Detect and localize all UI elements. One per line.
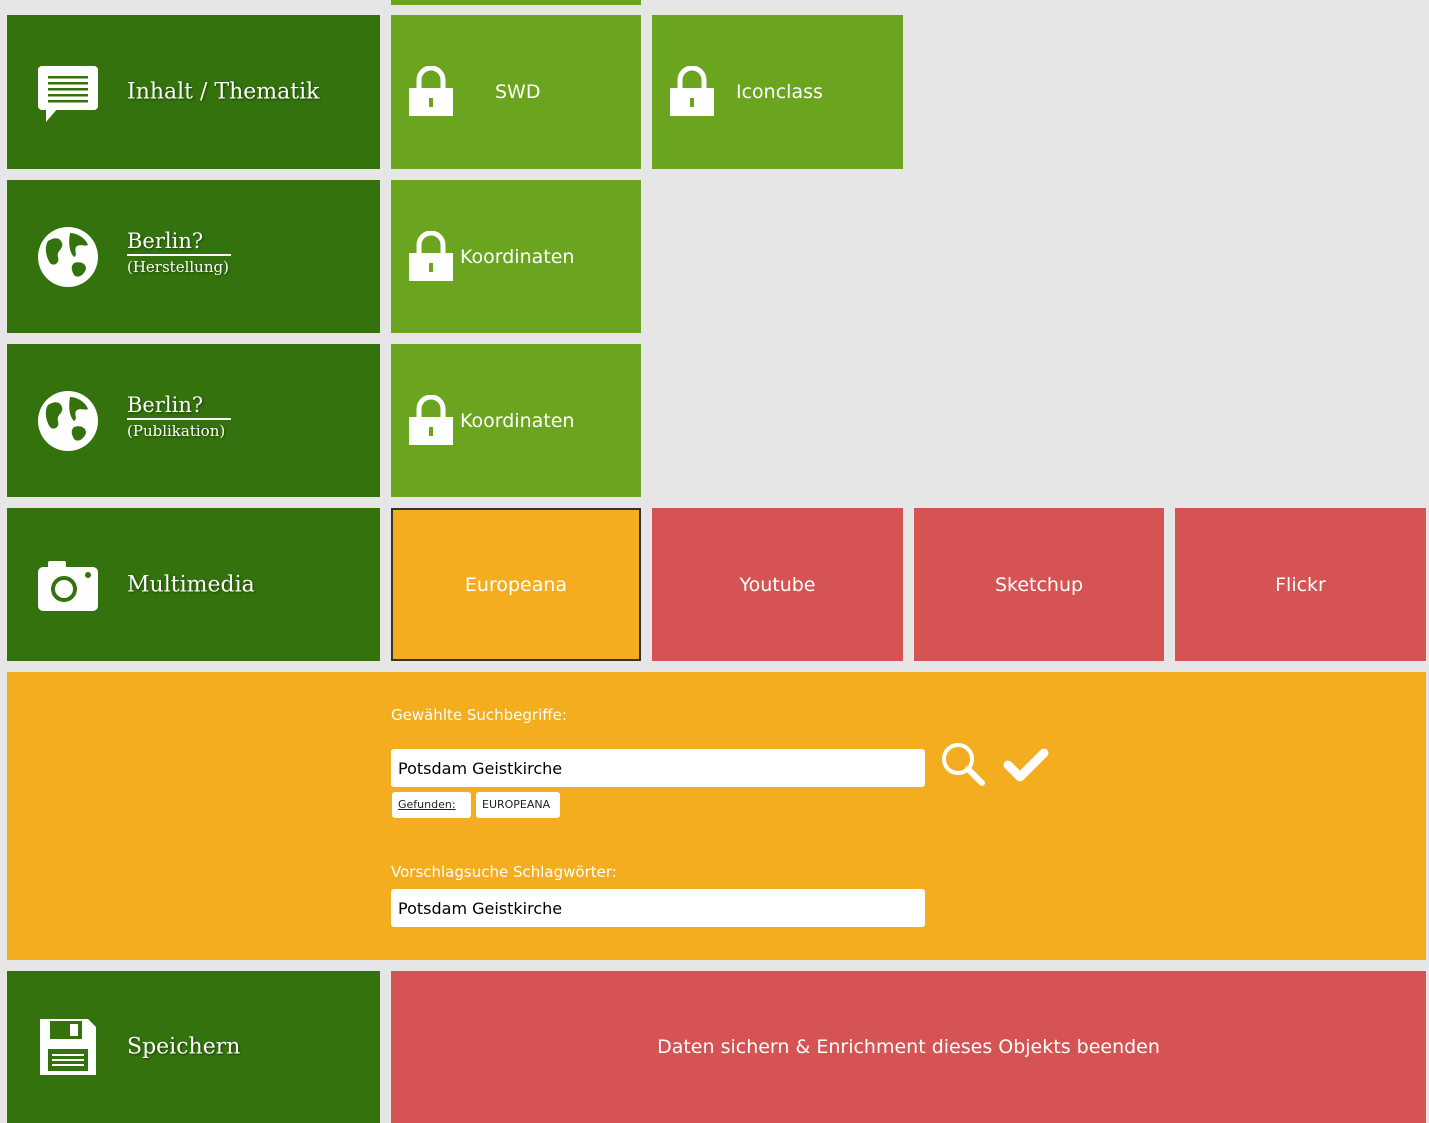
- category-label-block: Berlin? (Herstellung): [127, 228, 232, 276]
- category-label: Multimedia: [127, 572, 255, 597]
- search-terms-input[interactable]: [391, 749, 925, 787]
- option-label: SWD: [495, 81, 541, 103]
- floppy-disk-icon: [40, 1019, 96, 1075]
- save-finish-label: Daten sichern & Enrichment dieses Objekt…: [657, 1036, 1160, 1058]
- category-label: Berlin?: [127, 228, 232, 256]
- category-label: Inhalt / Thematik: [127, 79, 320, 105]
- category-berlin-publikation[interactable]: Berlin? (Publikation): [7, 344, 380, 497]
- suggest-input[interactable]: [391, 889, 925, 927]
- source-sketchup[interactable]: Sketchup: [914, 508, 1164, 661]
- source-label: Flickr: [1275, 573, 1326, 596]
- source-label: Europeana: [464, 573, 568, 596]
- camera-icon: [38, 560, 98, 611]
- found-link[interactable]: Gefunden:: [392, 792, 471, 818]
- category-sublabel: (Publikation): [127, 422, 226, 440]
- source-youtube[interactable]: Youtube: [652, 508, 903, 661]
- option-tile-partial: [391, 0, 641, 5]
- category-label: Speichern: [127, 1034, 241, 1060]
- category-sublabel: (Herstellung): [127, 258, 229, 276]
- option-label: Koordinaten: [460, 245, 575, 268]
- lock-icon: [409, 230, 453, 281]
- source-europeana-selected[interactable]: Europeana: [391, 508, 641, 661]
- lock-icon: [409, 394, 453, 445]
- source-label: Sketchup: [994, 573, 1084, 596]
- category-speichern[interactable]: Speichern: [7, 971, 380, 1123]
- category-multimedia[interactable]: Multimedia: [7, 508, 380, 661]
- option-swd[interactable]: SWD: [391, 15, 641, 169]
- globe-icon: [38, 226, 98, 287]
- lock-icon: [409, 66, 453, 116]
- category-label-block: Berlin? (Publikation): [127, 392, 232, 440]
- selected-terms-label: Gewählte Suchbegriffe:: [391, 706, 567, 724]
- category-berlin-herstellung[interactable]: Berlin? (Herstellung): [7, 180, 380, 333]
- category-inhalt-thematik[interactable]: Inhalt / Thematik: [7, 15, 380, 169]
- category-label: Berlin?: [127, 392, 232, 420]
- globe-icon: [38, 390, 98, 451]
- option-koordinaten-herstellung[interactable]: Koordinaten: [391, 180, 641, 333]
- chat-bubble-icon: [38, 66, 98, 122]
- found-source-badge: EUROPEANA: [476, 792, 560, 818]
- option-iconclass[interactable]: Iconclass: [652, 15, 903, 169]
- lock-icon: [670, 66, 714, 116]
- option-label: Iconclass: [736, 81, 823, 103]
- option-label: Koordinaten: [460, 409, 575, 432]
- source-flickr[interactable]: Flickr: [1175, 508, 1426, 661]
- option-koordinaten-publikation[interactable]: Koordinaten: [391, 344, 641, 497]
- suggest-label: Vorschlagsuche Schlagwörter:: [391, 863, 617, 881]
- checkmark-icon[interactable]: [1002, 745, 1050, 785]
- search-icon[interactable]: [939, 740, 987, 788]
- source-label: Youtube: [739, 573, 816, 596]
- save-finish-button[interactable]: Daten sichern & Enrichment dieses Objekt…: [391, 971, 1426, 1123]
